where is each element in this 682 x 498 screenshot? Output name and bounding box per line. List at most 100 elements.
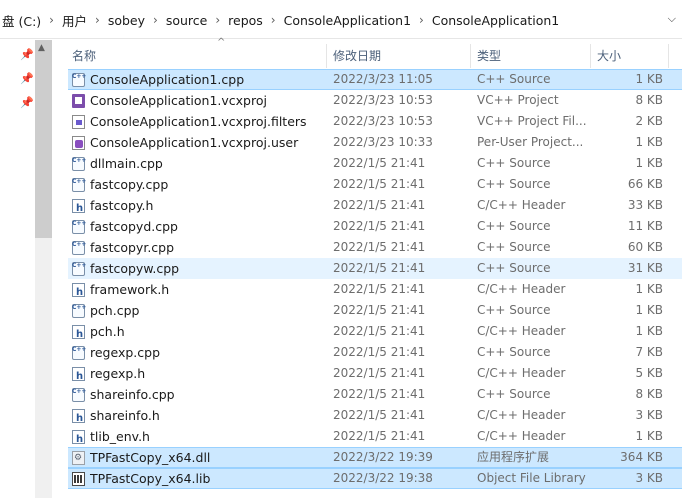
file-list: ConsoleApplication1.cpp 2022/3/23 11:05 C+… [68,69,682,489]
scrollbar-thumb[interactable] [35,40,52,238]
chevron-right-icon[interactable]: › [147,13,164,27]
breadcrumb-item-repos[interactable]: repos [226,13,265,28]
file-name-cell[interactable]: shareinfo.h [72,405,322,426]
file-name-cell[interactable]: pch.cpp [72,300,322,321]
chevron-right-icon[interactable]: › [265,13,282,27]
navigation-pane: 📌 📌 📌 [0,40,34,498]
file-row[interactable]: fastcopy.cpp 2022/1/5 21:41 C++ Source 66 K… [68,174,682,195]
file-name-cell[interactable]: pch.h [72,321,322,342]
file-date: 2022/3/23 10:53 [333,114,433,128]
file-date: 2022/1/5 21:41 [333,324,426,338]
breadcrumb-item-sobey[interactable]: sobey [106,13,147,28]
chevron-right-icon[interactable]: › [413,13,430,27]
file-name-cell[interactable]: fastcopy.cpp [72,174,322,195]
file-h-icon [72,366,85,384]
file-date: 2022/3/23 10:53 [333,93,433,107]
file-row[interactable]: regexp.h 2022/1/5 21:41 C/C++ Header 5 KB [68,363,682,384]
file-row[interactable]: fastcopyr.cpp 2022/1/5 21:41 C++ Source 60 … [68,237,682,258]
chevron-right-icon[interactable]: › [43,13,60,27]
file-name: ConsoleApplication1.vcxproj.filters [90,114,307,129]
file-h-icon [72,198,85,216]
file-lib-icon [72,471,85,486]
file-row[interactable]: dllmain.cpp 2022/1/5 21:41 C++ Source 1 KB [68,153,682,174]
breadcrumb-item-drive[interactable]: 盘 (C:) [0,11,43,30]
navigation-scrollbar[interactable]: ▲ [35,40,52,498]
file-name-cell[interactable]: TPFastCopy_x64.dll [72,448,322,467]
breadcrumb-item-users[interactable]: 用户 [60,11,89,30]
column-header-name[interactable]: 名称 [72,44,96,68]
column-divider[interactable] [590,44,591,68]
file-name-cell[interactable]: tlib_env.h [72,426,322,447]
file-row[interactable]: framework.h 2022/1/5 21:41 C/C++ Header 1 K… [68,279,682,300]
file-name-cell[interactable]: fastcopy.h [72,195,322,216]
pin-icon[interactable]: 📌 [20,96,34,109]
file-name-cell[interactable]: ConsoleApplication1.vcxproj.user [72,132,322,153]
file-name-cell[interactable]: fastcopyd.cpp [72,216,322,237]
breadcrumb-item-source[interactable]: source [164,13,210,28]
file-row[interactable]: ConsoleApplication1.vcxproj.filters 2022/… [68,111,682,132]
column-header-size[interactable]: 大小 [597,44,621,68]
file-row[interactable]: tlib_env.h 2022/1/5 21:41 C/C++ Header 1 KB [68,426,682,447]
file-row[interactable]: regexp.cpp 2022/1/5 21:41 C++ Source 7 KB [68,342,682,363]
file-size: 7 KB [635,345,663,359]
column-header-date[interactable]: 修改日期 [333,44,381,68]
breadcrumb-item-project[interactable]: ConsoleApplication1 [430,13,561,28]
breadcrumb-item-solution[interactable]: ConsoleApplication1 [282,13,413,28]
file-date: 2022/1/5 21:41 [333,219,426,233]
file-name-cell[interactable]: shareinfo.cpp [72,384,322,405]
file-type: C/C++ Header [477,324,566,338]
file-proj-icon [72,93,85,108]
file-h-icon [72,429,85,447]
file-type: C/C++ Header [477,429,566,443]
file-row[interactable]: pch.h 2022/1/5 21:41 C/C++ Header 1 KB [68,321,682,342]
file-row[interactable]: shareinfo.h 2022/1/5 21:41 C/C++ Header 3 K… [68,405,682,426]
pin-icon[interactable]: 📌 [20,48,34,61]
address-bar[interactable]: 盘 (C:) › 用户 › sobey › source › repos › C… [0,0,682,39]
file-name-cell[interactable]: TPFastCopy_x64.lib [72,469,322,488]
file-name-cell[interactable]: ConsoleApplication1.vcxproj [72,90,322,111]
file-name-cell[interactable]: fastcopyw.cpp [72,258,322,279]
file-row[interactable]: fastcopyd.cpp 2022/1/5 21:41 C++ Source 11 … [68,216,682,237]
column-divider[interactable] [326,44,327,68]
file-name-cell[interactable]: ConsoleApplication1.cpp [72,70,322,89]
pin-icon[interactable]: 📌 [20,72,34,85]
file-name: fastcopy.h [90,198,154,213]
file-row[interactable]: ConsoleApplication1.vcxproj.user 2022/3/2… [68,132,682,153]
chevron-down-icon[interactable]: ⌵ [668,12,676,26]
file-type: C/C++ Header [477,282,566,296]
file-size: 33 KB [627,198,663,212]
file-type: C/C++ Header [477,366,566,380]
file-name: framework.h [90,282,170,297]
file-row[interactable]: TPFastCopy_x64.lib 2022/3/22 19:38 Object … [68,468,682,489]
file-type: 应用程序扩展 [477,450,550,464]
file-size: 1 KB [635,156,663,170]
file-row[interactable]: ConsoleApplication1.cpp 2022/3/23 11:05 C+… [68,69,682,90]
scroll-up-arrow-icon[interactable]: ▲ [38,43,45,53]
file-row[interactable]: pch.cpp 2022/1/5 21:41 C++ Source 1 KB [68,300,682,321]
file-name-cell[interactable]: fastcopyr.cpp [72,237,322,258]
file-name-cell[interactable]: regexp.h [72,363,322,384]
file-type: C++ Source [477,303,551,317]
file-name-cell[interactable]: dllmain.cpp [72,153,322,174]
chevron-right-icon[interactable]: › [209,13,226,27]
file-name-cell[interactable]: framework.h [72,279,322,300]
file-name-cell[interactable]: ConsoleApplication1.vcxproj.filters [72,111,322,132]
file-date: 2022/1/5 21:41 [333,156,426,170]
file-cpp-icon [72,156,86,171]
file-h-icon [72,324,85,342]
file-size: 8 KB [635,387,663,401]
column-divider[interactable] [470,44,471,68]
file-cpp-icon [72,303,86,318]
column-header-type[interactable]: 类型 [477,44,501,68]
file-size: 1 KB [635,429,663,443]
file-row[interactable]: TPFastCopy_x64.dll 2022/3/22 19:39 应用程序扩展 3… [68,447,682,468]
file-row[interactable]: ConsoleApplication1.vcxproj 2022/3/23 10:… [68,90,682,111]
column-divider[interactable] [668,44,669,68]
file-row[interactable]: shareinfo.cpp 2022/1/5 21:41 C++ Source 8 K… [68,384,682,405]
file-row[interactable]: fastcopyw.cpp 2022/1/5 21:41 C++ Source 31 … [68,258,682,279]
file-size: 66 KB [627,177,663,191]
file-name-cell[interactable]: regexp.cpp [72,342,322,363]
chevron-right-icon[interactable]: › [89,13,106,27]
file-row[interactable]: fastcopy.h 2022/1/5 21:41 C/C++ Header 33 K… [68,195,682,216]
file-user-icon [72,135,85,150]
